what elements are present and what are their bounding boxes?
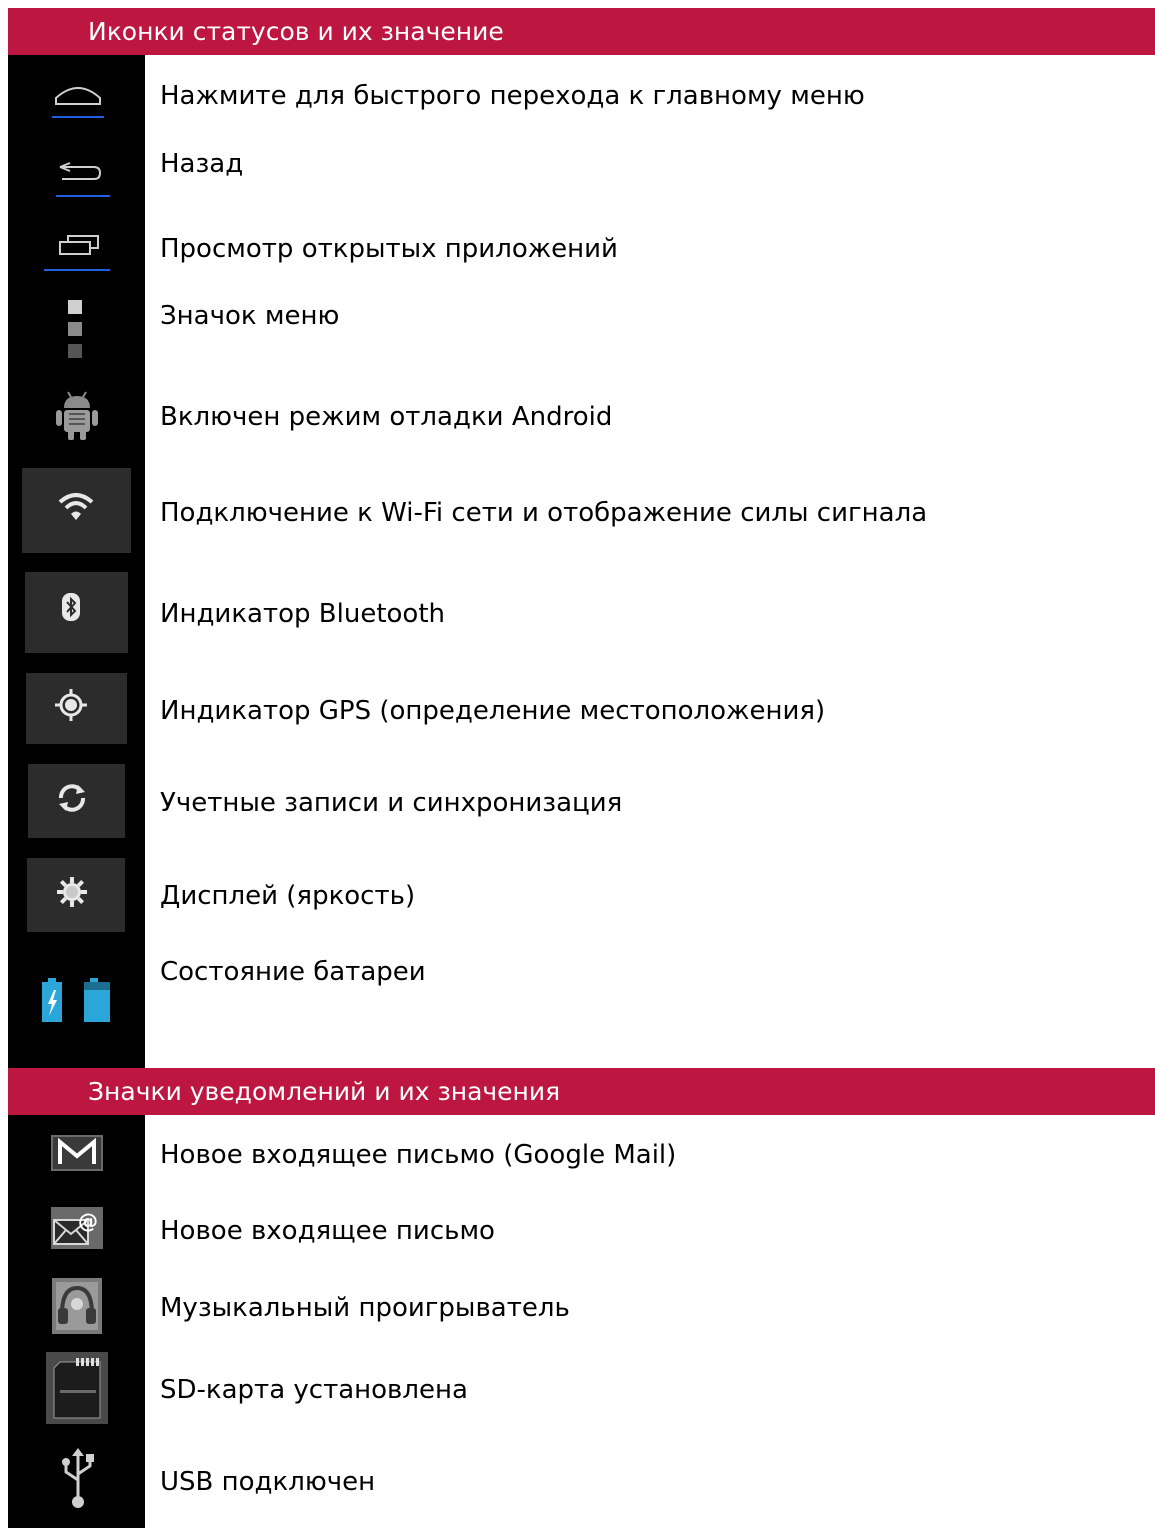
battery-icon (42, 978, 110, 1022)
notification-label-email: Новое входящее письмо (160, 1216, 495, 1246)
status-icons-header: Иконки статусов и их значение (8, 8, 1155, 55)
notification-icons-header: Значки уведомлений и их значения (8, 1068, 1155, 1115)
home-icon (52, 87, 104, 118)
gmail-icon (51, 1135, 103, 1171)
usb-icon (62, 1448, 94, 1508)
status-label-back: Назад (160, 149, 244, 179)
bluetooth-icon (62, 593, 80, 621)
status-icons-title: Иконки статусов и их значение (88, 17, 504, 46)
status-label-menu: Значок меню (160, 301, 340, 331)
music-player-icon (52, 1278, 102, 1334)
status-label-sync: Учетные записи и синхронизация (160, 788, 623, 818)
gps-icon (55, 689, 87, 721)
svg-text:@: @ (78, 1209, 98, 1233)
status-label-recent-apps: Просмотр открытых приложений (160, 234, 618, 264)
email-icon: @ (51, 1207, 103, 1249)
sd-card-icon (46, 1352, 108, 1424)
status-label-wifi: Подключение к Wi-Fi сети и отображение с… (160, 498, 928, 528)
brightness-icon (57, 877, 87, 907)
notification-label-usb: USB подключен (160, 1467, 376, 1497)
status-label-gps: Индикатор GPS (определение местоположени… (160, 696, 826, 726)
status-label-android-debug: Включен режим отладки Android (160, 402, 613, 432)
notification-label-gmail: Новое входящее письмо (Google Mail) (160, 1140, 677, 1170)
notification-icons-title: Значки уведомлений и их значения (88, 1077, 561, 1106)
status-label-bluetooth: Индикатор Bluetooth (160, 599, 445, 629)
recent-apps-icon (44, 235, 110, 271)
status-label-battery: Состояние батареи (160, 957, 426, 987)
wifi-icon (58, 493, 94, 520)
sync-icon (59, 784, 85, 812)
status-label-home: Нажмите для быстрого перехода к главному… (160, 81, 865, 111)
notification-label-sd-card: SD-карта установлена (160, 1375, 468, 1405)
status-label-brightness: Дисплей (яркость) (160, 881, 416, 911)
menu-icon (68, 300, 82, 358)
notification-label-music-player: Музыкальный проигрыватель (160, 1293, 570, 1323)
android-debug-icon (56, 391, 98, 440)
back-icon (56, 162, 110, 197)
